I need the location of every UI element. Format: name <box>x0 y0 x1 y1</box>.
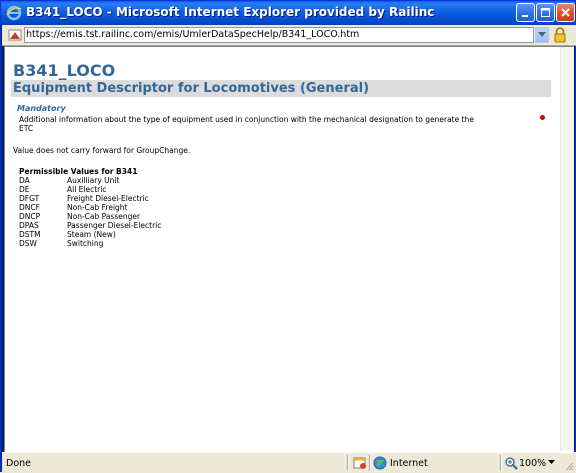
page-content: B341_LOCO Equipment Descriptor for Locom… <box>4 46 574 452</box>
zoom-dropdown-icon[interactable] <box>548 460 555 465</box>
zoom-level[interactable]: 100% <box>519 458 546 469</box>
minimize-icon <box>522 15 528 17</box>
value-label: Non-Cab Passenger <box>67 212 141 221</box>
vertical-scrollbar[interactable] <box>560 47 574 451</box>
internet-explorer-icon <box>6 5 22 21</box>
table-row: DPAS Passenger Diesel-Electric <box>19 221 161 230</box>
globe-icon <box>373 456 387 470</box>
table-row: DNCF Non-Cab Freight <box>19 203 161 212</box>
status-bar: Done Internet 100% <box>2 452 576 473</box>
value-label: Switching <box>67 239 104 248</box>
security-zone-text: Internet <box>390 458 428 469</box>
maximize-button[interactable] <box>536 3 555 22</box>
table-row: DA Auxilliary Unit <box>19 176 161 185</box>
value-code: DFGT <box>19 194 40 203</box>
value-code: DNCP <box>19 212 41 221</box>
status-divider <box>347 455 348 471</box>
zoom-icon[interactable] <box>504 456 518 470</box>
title-bar[interactable]: B341_LOCO - Microsoft Internet Explorer … <box>1 1 575 25</box>
table-row: DNCP Non-Cab Passenger <box>19 212 161 221</box>
value-code: DNCF <box>19 203 40 212</box>
maximize-icon <box>541 8 550 17</box>
chevron-down-icon <box>538 32 546 37</box>
value-label: Steam (New) <box>67 230 116 239</box>
resize-grip-icon[interactable] <box>564 461 574 471</box>
table-row: DSW Switching <box>19 239 161 248</box>
table-row: DE All Electric <box>19 185 161 194</box>
status-text: Done <box>6 458 31 469</box>
value-code: DSW <box>19 239 37 248</box>
mandatory-label: Mandatory <box>17 104 66 113</box>
section-header: Equipment Descriptor for Locomotives (Ge… <box>11 80 551 97</box>
status-divider <box>369 455 370 471</box>
page-icon <box>8 29 22 41</box>
close-icon <box>561 8 570 17</box>
value-code: DA <box>19 176 30 185</box>
browser-window: B341_LOCO - Microsoft Internet Explorer … <box>0 0 576 473</box>
permissible-values-table: Permissible Values for B341 DA Auxilliary… <box>19 167 161 248</box>
minimize-button[interactable] <box>516 3 535 22</box>
value-label: Passenger Diesel-Electric <box>67 221 162 230</box>
status-divider <box>500 455 501 471</box>
permissible-values-header: Permissible Values for B341 <box>19 167 138 176</box>
section-title: Equipment Descriptor for Locomotives (Ge… <box>13 81 370 96</box>
address-bar: https://emis.tst.railinc.com/emis/UmlerD… <box>2 25 576 46</box>
value-label: Non-Cab Freight <box>67 203 128 212</box>
value-code: DE <box>19 185 30 194</box>
popup-blocker-icon[interactable] <box>353 456 367 470</box>
url-dropdown-button[interactable] <box>535 27 549 43</box>
close-button[interactable] <box>556 3 575 22</box>
value-code: DPAS <box>19 221 39 230</box>
page-title: B341_LOCO <box>13 61 116 80</box>
value-code: DSTM <box>19 230 41 239</box>
carry-forward-note: Value does not carry forward for GroupCh… <box>13 146 191 155</box>
table-row: DSTM Steam (New) <box>19 230 161 239</box>
url-text[interactable]: https://emis.tst.railinc.com/emis/UmlerD… <box>26 29 359 40</box>
value-label: Freight Diesel-Electric <box>67 194 149 203</box>
required-indicator-icon <box>540 115 545 120</box>
value-label: All Electric <box>67 185 107 194</box>
table-row: DFGT Freight Diesel-Electric <box>19 194 161 203</box>
value-label: Auxilliary Unit <box>67 176 120 185</box>
window-title: B341_LOCO - Microsoft Internet Explorer … <box>26 5 435 19</box>
lock-icon[interactable] <box>553 27 567 43</box>
field-description: Additional information about the type of… <box>19 115 474 133</box>
